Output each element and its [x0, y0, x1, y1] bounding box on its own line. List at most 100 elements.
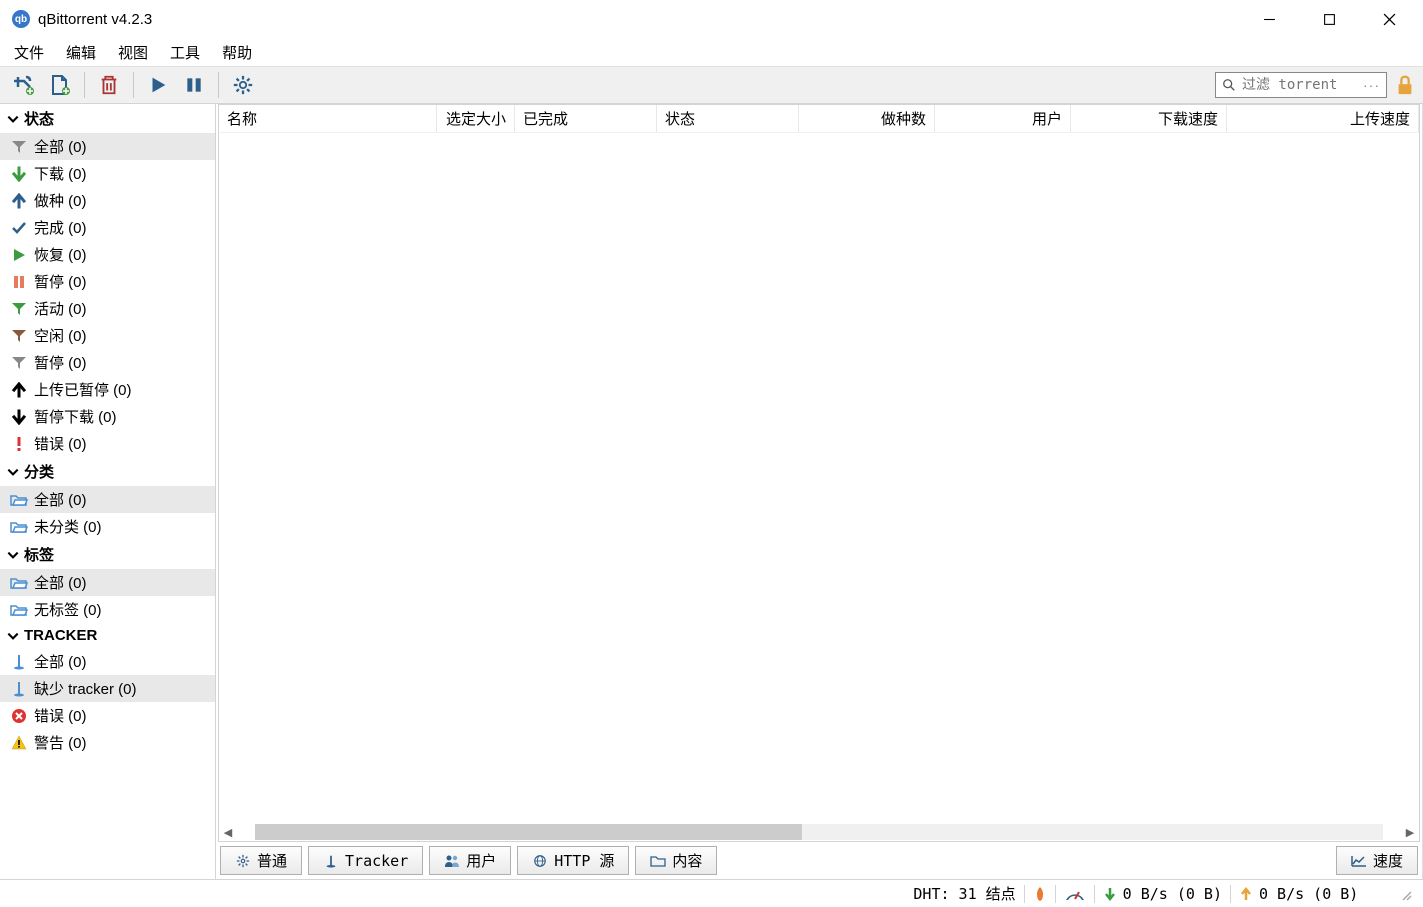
sidebar-group-tracker[interactable]: TRACKER — [0, 623, 215, 648]
sidebar-item-status-7[interactable]: 空闲 (0) — [0, 322, 215, 349]
sidebar-item-category-1[interactable]: 未分类 (0) — [0, 513, 215, 540]
folder-open-icon — [10, 601, 28, 619]
h-scrollbar[interactable]: ◀ ▶ — [219, 823, 1419, 841]
titlebar: qb qBittorrent v4.2.3 — [0, 0, 1423, 38]
resize-grip[interactable] — [1397, 886, 1413, 902]
funnel-brown-icon — [10, 327, 28, 345]
settings-button[interactable] — [225, 69, 261, 101]
add-link-button[interactable] — [6, 69, 42, 101]
sidebar-item-tracker-1[interactable]: 缺少 tracker (0) — [0, 675, 215, 702]
separator — [84, 72, 85, 98]
maximize-button[interactable] — [1299, 0, 1359, 38]
play-green-icon — [10, 246, 28, 264]
firewall-icon[interactable] — [1033, 886, 1047, 902]
sidebar-item-status-11[interactable]: 错误 (0) — [0, 430, 215, 457]
arrow-up-black-icon — [10, 381, 28, 399]
tab-label: 速度 — [1373, 850, 1403, 871]
sidebar-item-status-2[interactable]: 做种 (0) — [0, 187, 215, 214]
sidebar-item-status-3[interactable]: 完成 (0) — [0, 214, 215, 241]
sidebar-group-category[interactable]: 分类 — [0, 457, 215, 486]
menu-help[interactable]: 帮助 — [212, 40, 262, 65]
col-done[interactable]: 已完成 — [515, 105, 657, 132]
arrow-down-icon — [1103, 886, 1117, 902]
filter-box[interactable]: ··· — [1215, 72, 1387, 98]
col-status[interactable]: 状态 — [657, 105, 799, 132]
menu-edit[interactable]: 编辑 — [56, 40, 106, 65]
col-size[interactable]: 选定大小 — [437, 105, 515, 132]
toolbar: ··· — [0, 66, 1423, 104]
minimize-button[interactable] — [1239, 0, 1299, 38]
sidebar-group-status[interactable]: 状态 — [0, 104, 215, 133]
window-title: qBittorrent v4.2.3 — [38, 11, 152, 28]
sidebar-item-status-10[interactable]: 暂停下载 (0) — [0, 403, 215, 430]
sidebar-item-tags-0[interactable]: 全部 (0) — [0, 569, 215, 596]
col-dlspeed[interactable]: 下载速度 — [1071, 105, 1227, 132]
arrow-up-icon — [1239, 886, 1253, 902]
tab-label: 用户 — [466, 850, 496, 871]
menu-file[interactable]: 文件 — [4, 40, 54, 65]
sidebar-group-tags[interactable]: 标签 — [0, 540, 215, 569]
lock-button[interactable] — [1393, 73, 1417, 97]
col-seeds[interactable]: 做种数 — [799, 105, 935, 132]
filter-input[interactable] — [1242, 77, 1357, 93]
arrow-down-black-icon — [10, 408, 28, 426]
app-icon: qb — [12, 10, 30, 28]
tracker-blue-icon — [10, 653, 28, 671]
x-red-icon — [10, 707, 28, 725]
pause-button[interactable] — [176, 69, 212, 101]
tab-general[interactable]: 普通 — [220, 846, 302, 875]
col-peers[interactable]: 用户 — [935, 105, 1071, 132]
col-upspeed[interactable]: 上传速度 — [1227, 105, 1419, 132]
scroll-left-icon[interactable]: ◀ — [219, 824, 237, 840]
tracker-blue-icon — [10, 680, 28, 698]
users-icon — [444, 853, 460, 869]
dht-status: DHT: 31 结点 — [913, 883, 1015, 904]
sidebar: 状态全部 (0)下载 (0)做种 (0)完成 (0)恢复 (0)暂停 (0)活动… — [0, 104, 216, 879]
tab-peers[interactable]: 用户 — [429, 846, 511, 875]
sidebar-item-tracker-0[interactable]: 全部 (0) — [0, 648, 215, 675]
sidebar-item-status-8[interactable]: 暂停 (0) — [0, 349, 215, 376]
sidebar-item-status-1[interactable]: 下载 (0) — [0, 160, 215, 187]
scroll-right-icon[interactable]: ▶ — [1401, 824, 1419, 840]
menu-tools[interactable]: 工具 — [160, 40, 210, 65]
tab-label: 内容 — [672, 850, 702, 871]
tab-label: Tracker — [345, 852, 408, 870]
folder-open-icon — [10, 518, 28, 536]
resume-button[interactable] — [140, 69, 176, 101]
add-file-button[interactable] — [42, 69, 78, 101]
speed-limit-icon[interactable] — [1064, 886, 1086, 902]
col-name[interactable]: 名称 — [219, 105, 437, 132]
sidebar-item-status-0[interactable]: 全部 (0) — [0, 133, 215, 160]
tab-tracker[interactable]: Tracker — [308, 846, 423, 875]
sidebar-item-tags-1[interactable]: 无标签 (0) — [0, 596, 215, 623]
check-blue-icon — [10, 219, 28, 237]
sidebar-item-status-4[interactable]: 恢复 (0) — [0, 241, 215, 268]
gear-icon — [235, 853, 251, 869]
sidebar-item-status-6[interactable]: 活动 (0) — [0, 295, 215, 322]
delete-button[interactable] — [91, 69, 127, 101]
sidebar-item-status-9[interactable]: 上传已暂停 (0) — [0, 376, 215, 403]
scroll-thumb[interactable] — [255, 824, 802, 840]
tab-label: 普通 — [257, 850, 287, 871]
sidebar-item-tracker-2[interactable]: 错误 (0) — [0, 702, 215, 729]
menu-view[interactable]: 视图 — [108, 40, 158, 65]
pause-orange-icon — [10, 273, 28, 291]
tab-http[interactable]: HTTP 源 — [517, 846, 629, 875]
folder-open-icon — [10, 491, 28, 509]
close-button[interactable] — [1359, 0, 1419, 38]
table-header: 名称 选定大小 已完成 状态 做种数 用户 下载速度 上传速度 — [219, 105, 1419, 133]
sidebar-item-status-5[interactable]: 暂停 (0) — [0, 268, 215, 295]
arrow-down-green-icon — [10, 165, 28, 183]
funnel-gray-icon — [10, 138, 28, 156]
sidebar-item-category-0[interactable]: 全部 (0) — [0, 486, 215, 513]
tab-speed[interactable]: 速度 — [1336, 846, 1418, 875]
download-stat[interactable]: 0 B/s (0 B) — [1103, 885, 1222, 903]
content-area: 名称 选定大小 已完成 状态 做种数 用户 下载速度 上传速度 ◀ ▶ 普通 — [216, 104, 1423, 879]
exclaim-red-icon — [10, 435, 28, 453]
sidebar-item-tracker-3[interactable]: 警告 (0) — [0, 729, 215, 756]
tab-content[interactable]: 内容 — [635, 846, 717, 875]
filter-more-icon: ··· — [1363, 77, 1380, 93]
folder-icon — [650, 853, 666, 869]
upload-stat[interactable]: 0 B/s (0 B) — [1239, 885, 1389, 903]
chart-icon — [1351, 853, 1367, 869]
